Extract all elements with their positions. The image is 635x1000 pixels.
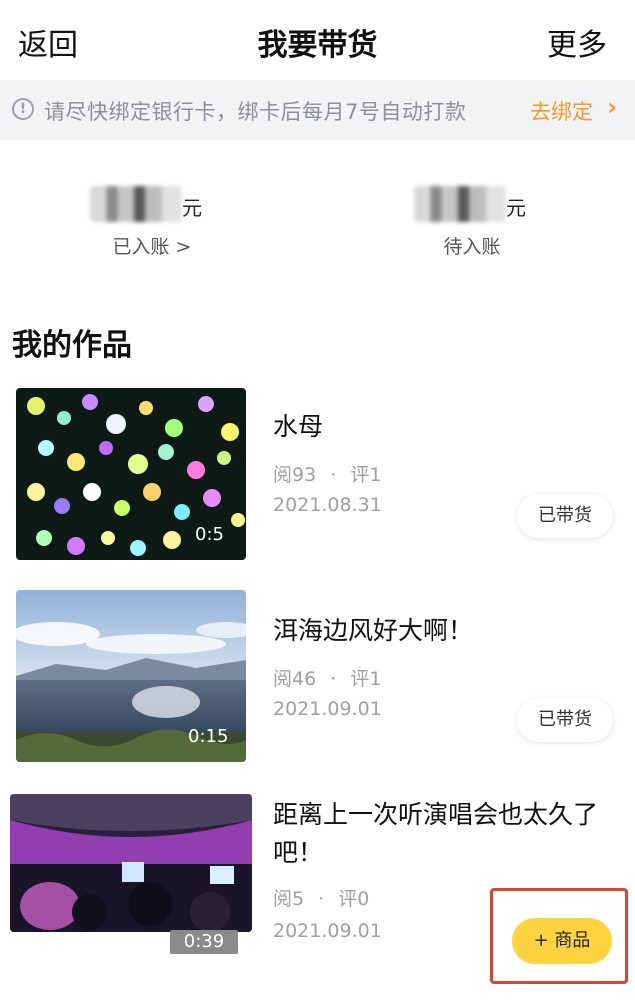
promoted-button[interactable]: 已带货 <box>517 698 613 742</box>
stats-separator: · <box>330 668 337 690</box>
work-date: 2021.09.01 <box>273 920 382 942</box>
comment-count: 评1 <box>350 464 382 486</box>
add-product-button[interactable]: + 商品 <box>512 918 612 964</box>
work-item[interactable]: 0:5 水母 阅93 · 评1 2021.08.31 已带货 <box>0 386 635 566</box>
view-count: 阅93 <box>273 464 317 486</box>
work-stats: 阅46 · 评1 <box>273 664 381 691</box>
pending-amount: 元 <box>352 182 592 222</box>
work-stats: 阅93 · 评1 <box>273 460 381 487</box>
video-thumbnail[interactable] <box>10 794 252 932</box>
page-title: 我要带货 <box>257 28 378 63</box>
settled-label[interactable]: 已入账 > <box>32 232 272 259</box>
notice-message: 请尽快绑定银行卡，绑卡后每月7号自动打款 <box>44 100 467 124</box>
work-title-line2: 吧！ <box>273 838 324 867</box>
pending-balance: 元 待入账 <box>352 182 592 262</box>
video-duration: 0:15 <box>188 726 229 747</box>
blurred-amount <box>90 186 182 222</box>
work-date: 2021.08.31 <box>273 494 382 516</box>
bind-card-link[interactable]: 去绑定 <box>530 96 593 126</box>
currency-unit: 元 <box>506 196 526 220</box>
pending-label: 待入账 <box>443 236 501 258</box>
settled-balance[interactable]: 元 已入账 > <box>32 182 272 262</box>
stats-separator: · <box>318 888 325 910</box>
comment-count: 评1 <box>350 668 382 690</box>
info-circle-icon: ! <box>12 98 34 120</box>
more-button[interactable]: 更多 <box>547 20 607 64</box>
bind-card-notice: ! 请尽快绑定银行卡，绑卡后每月7号自动打款 去绑定 › <box>0 80 635 140</box>
work-title-line1: 距离上一次听演唱会也太久了 <box>273 800 599 829</box>
video-duration: 0:5 <box>195 524 224 545</box>
comment-count: 评0 <box>338 888 370 910</box>
top-nav-bar: 返回 我要带货 更多 <box>0 0 635 80</box>
view-count: 阅5 <box>273 888 305 910</box>
work-title: 洱海边风好大啊！ <box>273 616 474 645</box>
video-duration: 0:39 <box>170 930 238 954</box>
chevron-right-icon[interactable]: › <box>607 93 617 121</box>
settled-amount: 元 <box>32 182 272 222</box>
work-item[interactable]: 0:15 洱海边风好大啊！ 阅46 · 评1 2021.09.01 已带货 <box>0 590 635 770</box>
my-works-title: 我的作品 <box>12 328 132 363</box>
back-button[interactable]: 返回 <box>18 20 78 64</box>
work-date: 2021.09.01 <box>273 698 382 720</box>
currency-unit: 元 <box>182 196 202 220</box>
stats-separator: · <box>330 464 337 486</box>
work-title: 水母 <box>273 412 324 441</box>
work-stats: 阅5 · 评0 <box>273 884 369 911</box>
view-count: 阅46 <box>273 668 317 690</box>
promoted-button[interactable]: 已带货 <box>517 494 613 538</box>
blurred-amount <box>414 186 506 222</box>
